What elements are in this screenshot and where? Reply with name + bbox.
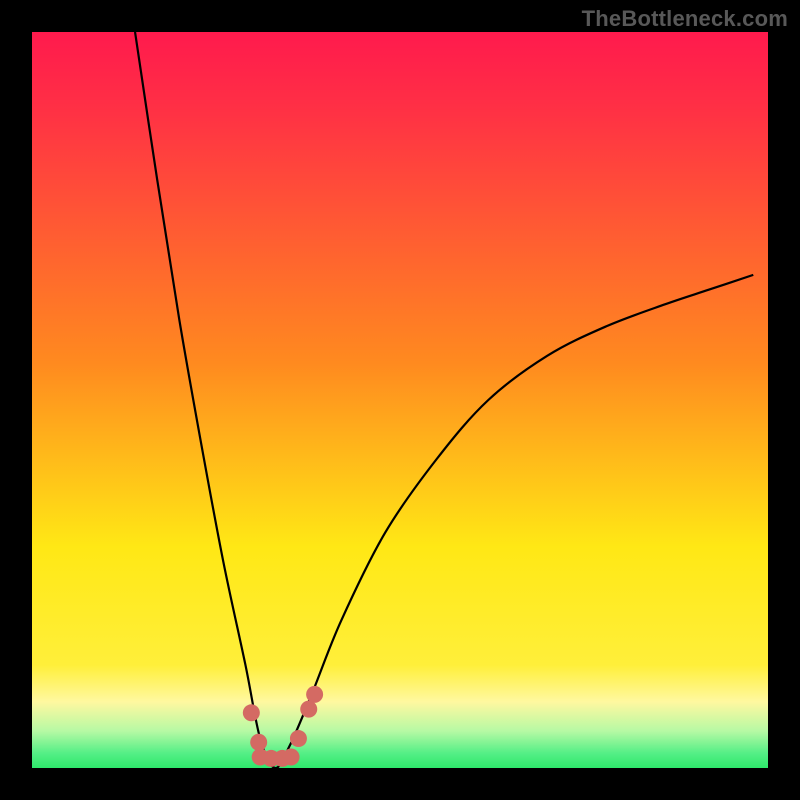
curve-marker xyxy=(306,686,323,703)
watermark-text: TheBottleneck.com xyxy=(582,6,788,32)
curve-marker xyxy=(300,701,317,718)
curve-marker xyxy=(283,748,300,765)
gradient-background xyxy=(32,32,768,768)
curve-marker xyxy=(243,704,260,721)
plot-svg xyxy=(32,32,768,768)
curve-marker xyxy=(250,734,267,751)
curve-marker xyxy=(290,730,307,747)
plot-area xyxy=(32,32,768,768)
chart-frame: TheBottleneck.com xyxy=(0,0,800,800)
